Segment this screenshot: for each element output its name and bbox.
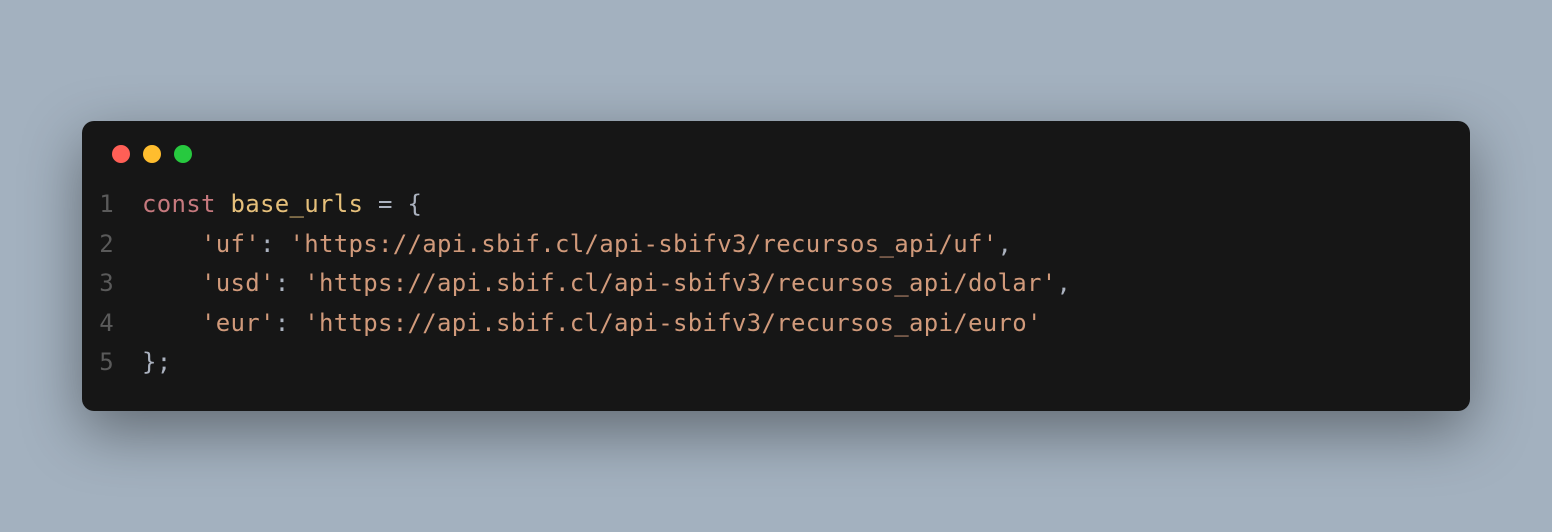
code-content: };: [142, 343, 172, 383]
code-content: 'uf': 'https://api.sbif.cl/api-sbifv3/re…: [142, 225, 1012, 265]
code-line: 3 'usd': 'https://api.sbif.cl/api-sbifv3…: [82, 264, 1470, 304]
minimize-icon[interactable]: [143, 145, 161, 163]
line-number: 1: [82, 185, 142, 225]
close-icon[interactable]: [112, 145, 130, 163]
window-titlebar: [82, 145, 1470, 185]
token-punct: ,: [997, 230, 1012, 258]
code-window: 1const base_urls = {2 'uf': 'https://api…: [82, 121, 1470, 411]
maximize-icon[interactable]: [174, 145, 192, 163]
code-line: 4 'eur': 'https://api.sbif.cl/api-sbifv3…: [82, 304, 1470, 344]
token-string: 'https://api.sbif.cl/api-sbifv3/recursos…: [304, 309, 1041, 337]
code-line: 1const base_urls = {: [82, 185, 1470, 225]
line-number: 5: [82, 343, 142, 383]
token-punct: :: [275, 269, 290, 297]
token-string: 'uf': [201, 230, 260, 258]
code-content: 'usd': 'https://api.sbif.cl/api-sbifv3/r…: [142, 264, 1071, 304]
token-brace: {: [408, 190, 423, 218]
token-string: 'usd': [201, 269, 275, 297]
code-content: 'eur': 'https://api.sbif.cl/api-sbifv3/r…: [142, 304, 1042, 344]
token-string: 'eur': [201, 309, 275, 337]
line-number: 4: [82, 304, 142, 344]
code-line: 5};: [82, 343, 1470, 383]
token-brace: }: [142, 348, 157, 376]
token-operator: =: [378, 190, 393, 218]
token-punct: :: [260, 230, 275, 258]
line-number: 2: [82, 225, 142, 265]
token-punct: :: [275, 309, 290, 337]
token-punct: ;: [157, 348, 172, 376]
line-number: 3: [82, 264, 142, 304]
token-string: 'https://api.sbif.cl/api-sbifv3/recursos…: [304, 269, 1056, 297]
token-punct: ,: [1056, 269, 1071, 297]
code-line: 2 'uf': 'https://api.sbif.cl/api-sbifv3/…: [82, 225, 1470, 265]
token-variable: base_urls: [231, 190, 364, 218]
token-keyword: const: [142, 190, 216, 218]
code-editor[interactable]: 1const base_urls = {2 'uf': 'https://api…: [82, 185, 1470, 383]
code-content: const base_urls = {: [142, 185, 422, 225]
token-string: 'https://api.sbif.cl/api-sbifv3/recursos…: [290, 230, 998, 258]
